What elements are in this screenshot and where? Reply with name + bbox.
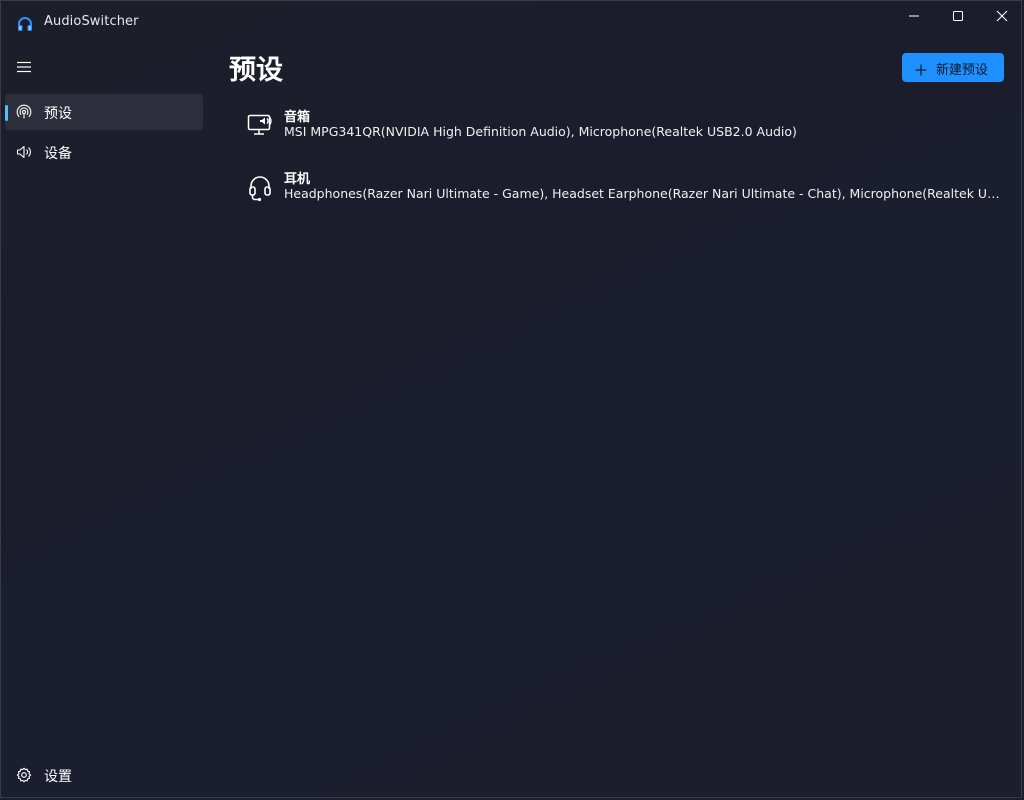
sidebar-item-devices[interactable]: 设备 bbox=[5, 134, 203, 170]
headphones-icon bbox=[16, 15, 34, 33]
broadcast-icon bbox=[16, 104, 32, 120]
preset-name: 音箱 bbox=[284, 110, 311, 125]
close-icon bbox=[996, 10, 1008, 22]
maximize-button[interactable] bbox=[936, 0, 980, 32]
preset-item[interactable]: 耳机 Headphones(Razer Nari Ultimate - Game… bbox=[244, 172, 1004, 226]
hamburger-menu-icon bbox=[16, 59, 32, 78]
sidebar-item-presets[interactable]: 预设 bbox=[5, 94, 203, 130]
selection-indicator bbox=[5, 105, 8, 121]
preset-item[interactable]: 音箱 MSI MPG341QR(NVIDIA High Definition A… bbox=[244, 110, 1004, 164]
minimize-button[interactable] bbox=[892, 0, 936, 32]
sidebar-item-label: 预设 bbox=[44, 106, 72, 122]
close-button[interactable] bbox=[980, 0, 1024, 32]
new-preset-label: 新建预设 bbox=[936, 63, 989, 78]
preset-devices: MSI MPG341QR(NVIDIA High Definition Audi… bbox=[284, 124, 797, 139]
sidebar-item-label: 设备 bbox=[44, 146, 72, 162]
preset-name: 耳机 bbox=[284, 172, 311, 187]
monitor-speaker-icon bbox=[246, 112, 274, 140]
app-title: AudioSwitcher bbox=[44, 14, 139, 29]
preset-devices: Headphones(Razer Nari Ultimate - Game), … bbox=[284, 186, 1000, 201]
maximize-icon bbox=[952, 10, 964, 22]
headset-icon bbox=[246, 174, 274, 202]
title-bar[interactable]: AudioSwitcher bbox=[0, 0, 1022, 46]
minimize-icon bbox=[908, 10, 920, 22]
new-preset-button[interactable]: 新建预设 bbox=[902, 53, 1004, 82]
page-title: 预设 bbox=[229, 55, 283, 86]
plus-icon bbox=[915, 61, 927, 76]
speaker-icon bbox=[16, 144, 32, 160]
sidebar-item-label: 设置 bbox=[44, 769, 72, 785]
sidebar-item-settings[interactable]: 设置 bbox=[5, 757, 203, 793]
gear-icon bbox=[16, 767, 32, 783]
menu-toggle-button[interactable] bbox=[10, 55, 38, 81]
